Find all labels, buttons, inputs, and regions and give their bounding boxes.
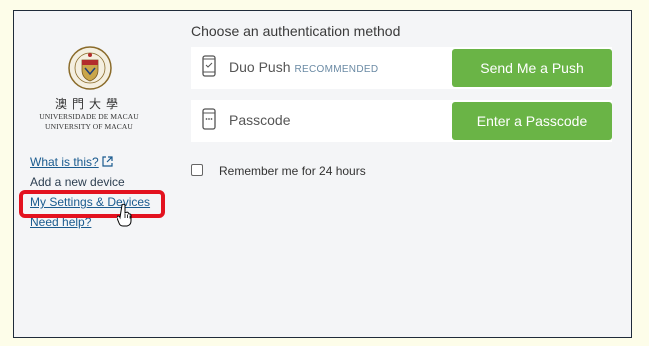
recommended-badge: RECOMMENDED [294,64,379,75]
sidebar: 澳門大學 UNIVERSIDADE DE MACAU UNIVERSITY OF… [14,11,179,337]
passcode-row: Passcode Enter a Passcode [191,100,612,142]
external-link-icon [102,156,113,167]
phone-icon [202,55,216,77]
remember-me-label: Remember me for 24 hours [219,164,366,178]
auth-method-heading: Choose an authentication method [191,23,401,39]
what-is-this-link[interactable]: What is this? [30,155,113,169]
university-english-name: UNIVERSITY OF MACAU [45,122,133,131]
send-push-button[interactable]: Send Me a Push [452,49,612,87]
what-is-this-label: What is this? [30,155,99,169]
annotation-highlight-box [19,190,165,218]
remember-me-checkbox[interactable] [191,164,203,176]
passcode-device-icon [202,108,216,130]
auth-main-panel: Choose an authentication method Duo Push… [191,11,621,337]
duo-auth-frame: 澳門大學 UNIVERSIDADE DE MACAU UNIVERSITY OF… [13,10,632,338]
add-new-device-link[interactable]: Add a new device [30,175,125,189]
hand-cursor-icon [117,203,132,227]
duo-push-row: Duo Push RECOMMENDED Send Me a Push [191,47,612,89]
duo-push-label: Duo Push [229,59,291,75]
university-crest-icon [68,46,112,90]
university-chinese-name: 澳門大學 [54,97,123,111]
university-logo: 澳門大學 UNIVERSIDADE DE MACAU UNIVERSITY OF… [34,41,144,151]
university-portuguese-name: UNIVERSIDADE DE MACAU [39,112,139,121]
passcode-label: Passcode [229,112,291,128]
enter-passcode-button[interactable]: Enter a Passcode [452,102,612,140]
